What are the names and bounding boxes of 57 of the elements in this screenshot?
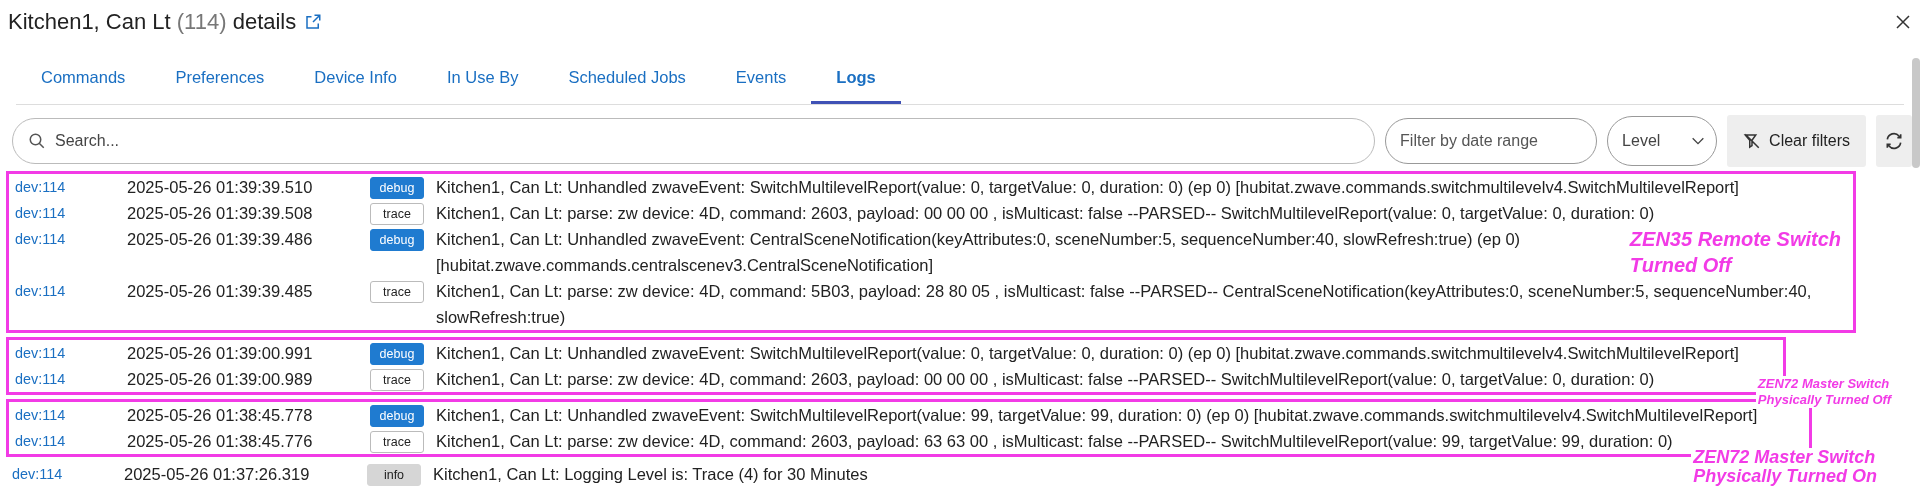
log-message: Kitchen1, Can Lt: parse: zw device: 4D, command: 2603, payload: 00 00 00 , isMulticast: false --PARSED-- SwitchMultilevelReport(value: 0, targetValue: 0, duration: 0)	[436, 203, 1655, 224]
level-badge: info	[367, 464, 421, 486]
search-icon	[28, 132, 46, 150]
window-title: Kitchen1, Can Lt (114) details	[8, 9, 297, 35]
annotation-note: ZEN72 Master Switch Physically Turned Off	[1755, 376, 1893, 408]
log-time: 2025-05-26 01:38:45.776	[127, 431, 314, 452]
tab[interactable]: Device Info	[289, 54, 422, 104]
log-message: Kitchen1, Can Lt: Unhandled zwaveEvent: SwitchMultilevelReport(value: 0, targetValue: 0, duration: 0) (ep 0) [hubitat.zwave.commands.switchmultilevelv4.SwitchMultilevelReport]	[436, 177, 1739, 198]
level-badge: debug	[370, 405, 424, 427]
level-select[interactable]: Level	[1607, 116, 1718, 166]
log-message: Kitchen1, Can Lt: parse: zw device: 4D, command: 2603, payload: 00 00 00 , isMulticast: false --PARSED-- SwitchMultilevelReport(value: 0, targetValue: 0, duration: 0)	[436, 369, 1655, 390]
close-icon[interactable]	[1894, 13, 1912, 31]
device-link[interactable]: dev:114	[12, 461, 124, 487]
date-range-field[interactable]: Filter by date range	[1385, 118, 1598, 164]
tab[interactable]: Commands	[16, 54, 151, 104]
tab[interactable]: In Use By	[421, 54, 544, 104]
log-time: 2025-05-26 01:38:45.778	[127, 405, 314, 426]
device-link[interactable]: dev:114	[15, 402, 127, 428]
level-badge: trace	[370, 369, 424, 391]
device-link[interactable]: dev:114	[15, 278, 127, 304]
log-message: Kitchen1, Can Lt: Unhandled zwaveEvent: SwitchMultilevelReport(value: 99, targetValue: 99, duration: 0) (ep 0) [hubitat.zwave.commands.switchmultilevelv4.SwitchMultilevelReport]	[436, 405, 1758, 426]
clear-filters-button[interactable]: Clear filters	[1727, 115, 1866, 167]
log-time: 2025-05-26 01:39:39.485	[127, 281, 314, 302]
log-message: Kitchen1, Can Lt: Unhandled zwaveEvent: SwitchMultilevelReport(value: 0, targetValue: 0, duration: 0) (ep 0) [hubitat.zwave.commands.switchmultilevelv4.SwitchMultilevelReport]	[436, 343, 1739, 364]
log-time: 2025-05-26 01:39:39.486	[127, 229, 314, 250]
refresh-icon	[1884, 131, 1904, 151]
device-link[interactable]: dev:114	[15, 428, 127, 454]
level-badge: trace	[370, 281, 424, 303]
level-badge: debug	[370, 343, 424, 365]
level-badge: debug	[370, 229, 424, 251]
tab[interactable]: Events	[710, 54, 812, 104]
level-badge: trace	[370, 431, 424, 453]
external-link-icon[interactable]	[304, 13, 323, 31]
device-link[interactable]: dev:114	[15, 366, 127, 392]
tab[interactable]: Preferences	[150, 54, 290, 104]
filter-off-icon	[1743, 132, 1762, 150]
scrollbar-thumb[interactable]	[1912, 58, 1920, 168]
tab[interactable]: Logs	[811, 54, 901, 104]
log-message: Kitchen1, Can Lt: Logging Level is: Trace (4) for 30 Minutes	[433, 464, 868, 485]
log-time: 2025-05-26 01:39:00.989	[127, 369, 314, 390]
level-badge: debug	[370, 177, 424, 199]
device-link[interactable]: dev:114	[15, 174, 127, 200]
refresh-button[interactable]	[1876, 115, 1912, 167]
log-message: Kitchen1, Can Lt: Unhandled zwaveEvent: CentralSceneNotification(keyAttributes:0, sceneNumber:5, sequenceNumber:40, slowRefresh:true) (ep 0) [hubitat.zwave.commands.centralscenev3.CentralSceneNotification]	[436, 229, 1522, 276]
log-time: 2025-05-26 01:39:39.508	[127, 203, 314, 224]
search-field[interactable]: Search...	[12, 118, 1376, 164]
level-badge: trace	[370, 203, 424, 225]
device-link[interactable]: dev:114	[15, 340, 127, 366]
log-time: 2025-05-26 01:39:39.510	[127, 177, 314, 198]
device-link[interactable]: dev:114	[15, 200, 127, 226]
log-message: Kitchen1, Can Lt: parse: zw device: 4D, command: 5B03, payload: 28 80 05 , isMulticast: false --PARSED-- CentralSceneNotification(keyAttributes:0, sceneNumber:5, sequenceNumber:40, slowRefresh:true)	[436, 281, 1813, 328]
log-time: 2025-05-26 01:37:26.319	[124, 464, 311, 485]
log-message: Kitchen1, Can Lt: parse: zw device: 4D, command: 2603, payload: 63 63 00 , isMulticast: false --PARSED-- SwitchMultilevelReport(value: 99, targetValue: 99, duration: 0)	[436, 431, 1673, 452]
annotation-note: ZEN72 Master Switch Physically Turned On	[1691, 448, 1879, 486]
log-time: 2025-05-26 01:39:00.991	[127, 343, 314, 364]
tab[interactable]: Scheduled Jobs	[543, 54, 711, 104]
device-link[interactable]: dev:114	[15, 226, 127, 252]
